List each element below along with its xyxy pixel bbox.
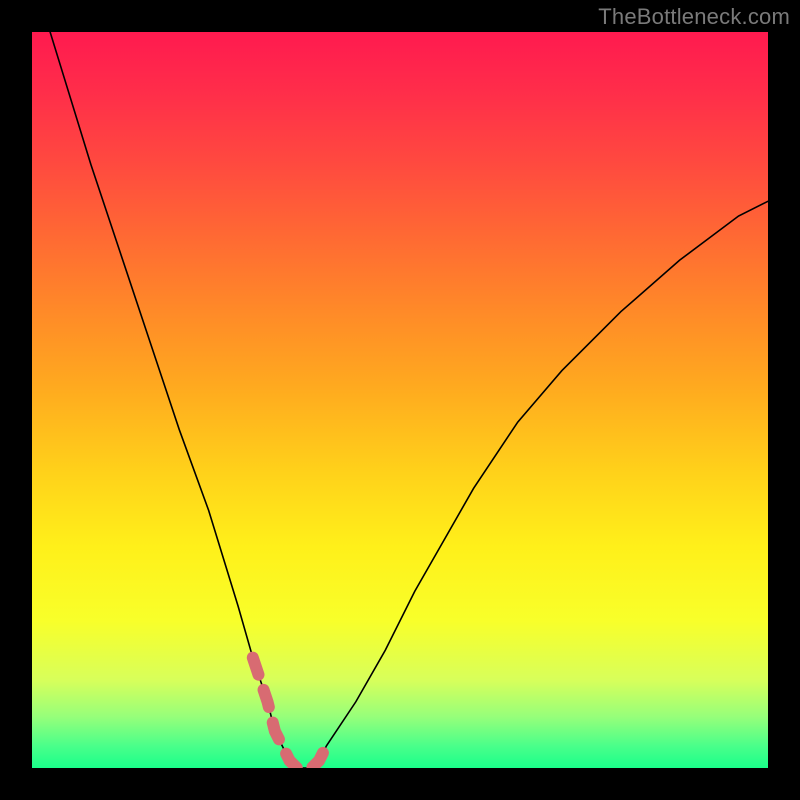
highlight-segment [253,658,327,768]
chart-svg [32,32,768,768]
plot-area [32,32,768,768]
watermark-text: TheBottleneck.com [598,4,790,30]
bottleneck-curve [32,32,768,768]
chart-frame: TheBottleneck.com [0,0,800,800]
